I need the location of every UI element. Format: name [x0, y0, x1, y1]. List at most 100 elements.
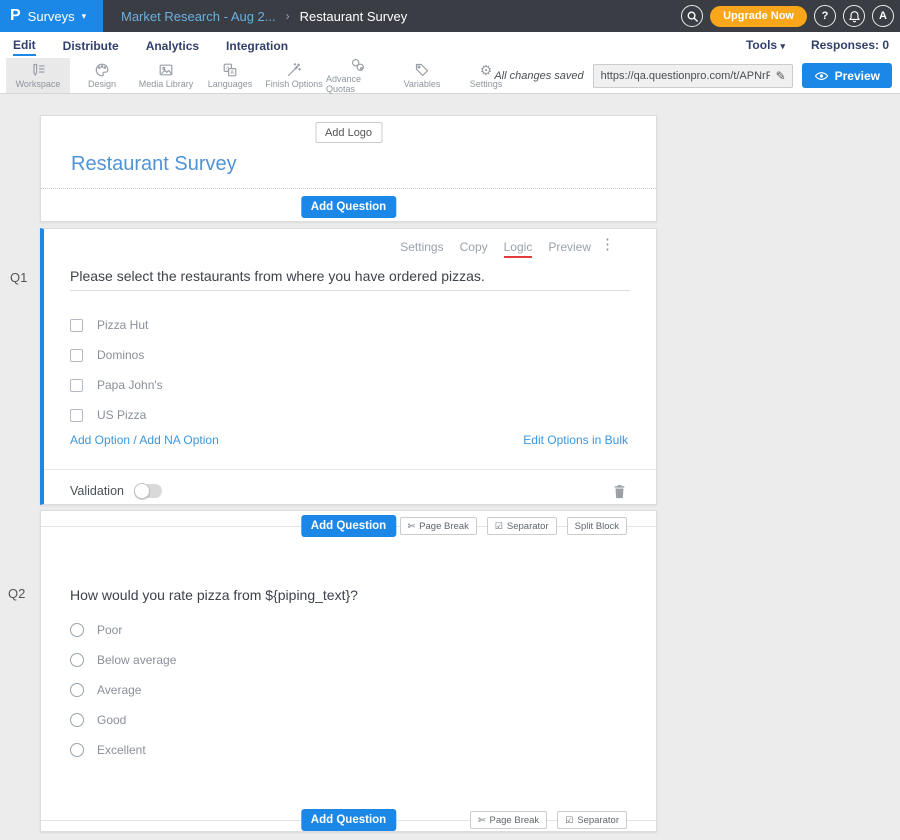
scissors-icon: ✄ — [478, 815, 486, 826]
top-actions: Upgrade Now ? A — [681, 0, 894, 32]
tools-menu[interactable]: Tools ▾ — [746, 38, 785, 52]
option-label[interactable]: Average — [97, 683, 141, 697]
option-label[interactable]: Dominos — [97, 348, 144, 362]
trash-icon — [613, 484, 626, 499]
toolbar-item-variables[interactable]: Variables — [390, 58, 454, 93]
page-break-button[interactable]: ✄Page Break — [470, 811, 547, 829]
toolbar-item-finish-options[interactable]: Finish Options — [262, 58, 326, 93]
option-row: US Pizza — [70, 400, 630, 430]
nav-tab-analytics[interactable]: Analytics — [146, 35, 199, 55]
toolbar-item-design[interactable]: Design — [70, 58, 134, 93]
toolbar-item-advance-quotas[interactable]: Advance Quotas — [326, 58, 390, 93]
checkbox[interactable] — [70, 349, 83, 362]
surveys-product-menu[interactable]: P Surveys ▾ — [0, 0, 103, 32]
survey-title[interactable]: Restaurant Survey — [71, 153, 237, 176]
option-row: Papa John's — [70, 370, 630, 400]
tab-preview[interactable]: Preview — [548, 240, 591, 258]
nav-tab-integration[interactable]: Integration — [226, 35, 288, 55]
bell-icon — [848, 10, 861, 23]
question-action-tabs: Settings Copy Logic Preview — [400, 240, 591, 258]
toolbar-item-media-library[interactable]: Media Library — [134, 58, 198, 93]
tag-icon — [414, 62, 430, 78]
option-links-left: Add Option / Add NA Option — [70, 433, 219, 447]
radio-button[interactable] — [70, 623, 84, 637]
editor-toolbar: Workspace Design Media Library aA Langua… — [0, 58, 900, 94]
split-block-button[interactable]: Split Block — [567, 517, 627, 535]
survey-header-card: Add Logo Restaurant Survey Add Question — [40, 115, 657, 222]
add-question-button-top[interactable]: Add Question — [301, 196, 396, 218]
toolbar-item-workspace[interactable]: Workspace — [6, 58, 70, 93]
add-na-option-link[interactable]: Add NA Option — [139, 433, 218, 447]
validation-label: Validation — [70, 484, 124, 498]
question-underline — [70, 290, 630, 291]
checkbox[interactable] — [70, 379, 83, 392]
breadcrumb-folder[interactable]: Market Research - Aug 2... — [121, 9, 276, 24]
help-button[interactable]: ? — [814, 5, 836, 27]
option-label[interactable]: Poor — [97, 623, 122, 637]
add-question-button-bottom[interactable]: Add Question — [301, 809, 396, 831]
toggle-knob — [134, 483, 150, 499]
checkbox[interactable] — [70, 319, 83, 332]
insert-bar-1: Add Question ✄Page Break ☑Separator Spli… — [41, 511, 656, 541]
insert-bar-2: Add Question ✄Page Break ☑Separator — [41, 805, 656, 835]
option-label[interactable]: US Pizza — [97, 408, 146, 422]
translate-icon: aA — [222, 62, 238, 78]
option-label[interactable]: Excellent — [97, 743, 146, 757]
preview-button[interactable]: Preview — [802, 63, 892, 88]
option-row: Poor — [70, 615, 176, 645]
more-options-icon[interactable]: ⋮ — [600, 237, 615, 252]
radio-button[interactable] — [70, 653, 84, 667]
insert-buttons: ✄Page Break ☑Separator Split Block — [400, 517, 627, 535]
question-text-q2[interactable]: How would you rate pizza from ${piping_t… — [70, 587, 358, 603]
tab-copy[interactable]: Copy — [460, 240, 488, 258]
account-avatar[interactable]: A — [872, 5, 894, 27]
link-separator: / — [130, 433, 139, 447]
chain-link-icon — [350, 57, 366, 73]
nav-right: Tools ▾ Responses: 0 — [746, 32, 889, 58]
add-option-link[interactable]: Add Option — [70, 433, 130, 447]
radio-button[interactable] — [70, 683, 84, 697]
workspace-icon — [30, 62, 46, 78]
tab-settings[interactable]: Settings — [400, 240, 443, 258]
card-divider — [44, 469, 656, 470]
option-label[interactable]: Below average — [97, 653, 176, 667]
validation-toggle[interactable] — [134, 484, 162, 498]
magic-wand-icon — [286, 62, 302, 78]
breadcrumb: Market Research - Aug 2... › Restaurant … — [121, 9, 407, 24]
separator-button[interactable]: ☑Separator — [557, 811, 627, 829]
edit-options-in-bulk-link[interactable]: Edit Options in Bulk — [523, 433, 628, 447]
option-label[interactable]: Pizza Hut — [97, 318, 148, 332]
notifications-button[interactable] — [843, 5, 865, 27]
radio-button[interactable] — [70, 713, 84, 727]
checkbox[interactable] — [70, 409, 83, 422]
edit-url-pencil-icon[interactable]: ✎ — [770, 69, 792, 83]
option-label[interactable]: Good — [97, 713, 126, 727]
page-break-button[interactable]: ✄Page Break — [400, 517, 477, 535]
delete-question-button[interactable] — [613, 484, 626, 499]
answer-options-q2: Poor Below average Average Good Excellen… — [70, 615, 176, 765]
upgrade-now-button[interactable]: Upgrade Now — [710, 6, 807, 27]
add-logo-button[interactable]: Add Logo — [315, 122, 382, 143]
product-menu-label: Surveys — [28, 9, 75, 24]
separator-icon: ☑ — [495, 521, 503, 532]
option-label[interactable]: Papa John's — [97, 378, 163, 392]
toolbar-item-languages[interactable]: aA Languages — [198, 58, 262, 93]
tab-logic[interactable]: Logic — [504, 240, 533, 258]
separator-button[interactable]: ☑Separator — [487, 517, 557, 535]
option-row: Average — [70, 675, 176, 705]
breadcrumb-separator-icon: › — [286, 9, 290, 23]
nav-tab-distribute[interactable]: Distribute — [63, 35, 119, 55]
chevron-down-icon: ▾ — [82, 11, 87, 22]
question-text-q1[interactable]: Please select the restaurants from where… — [70, 268, 630, 284]
radio-button[interactable] — [70, 743, 84, 757]
search-button[interactable] — [681, 5, 703, 27]
survey-url-value[interactable]: https://qa.questionpro.com/t/APNrFZgR — [594, 70, 770, 82]
responses-count[interactable]: Responses: 0 — [811, 38, 889, 52]
add-question-button-middle[interactable]: Add Question — [301, 515, 396, 537]
nav-tab-edit[interactable]: Edit — [13, 34, 36, 56]
breadcrumb-current: Restaurant Survey — [300, 9, 408, 24]
question-card-q1: Settings Copy Logic Preview ⋮ Please sel… — [40, 228, 657, 505]
top-bar: P Surveys ▾ Market Research - Aug 2... ›… — [0, 0, 900, 32]
survey-url-field[interactable]: https://qa.questionpro.com/t/APNrFZgR ✎ — [593, 64, 793, 88]
svg-text:A: A — [230, 70, 234, 76]
